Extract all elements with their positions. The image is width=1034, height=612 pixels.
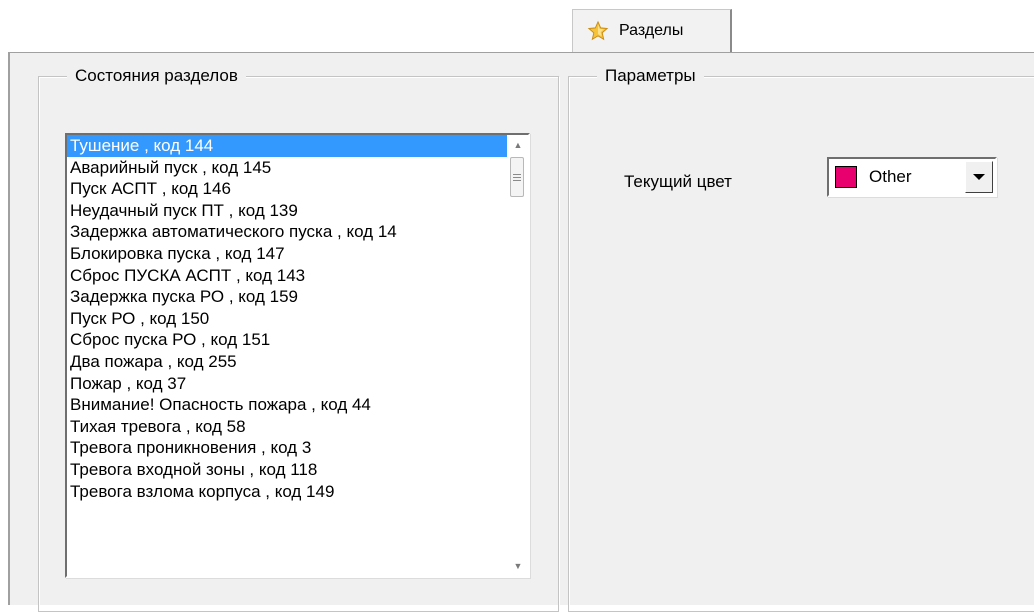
scroll-thumb[interactable] [510,157,524,197]
states-group-title: Состояния разделов [67,65,246,87]
params-group-title: Параметры [597,65,704,87]
list-item[interactable]: Тревога проникновения , код 3 [67,437,507,459]
chevron-down-icon [973,174,985,180]
list-item[interactable]: Задержка автоматического пуска , код 14 [67,221,507,243]
states-groupbox: Состояния разделов Тушение , код 144 Авар… [38,65,559,612]
current-color-label: Текущий цвет [624,172,732,191]
states-list: Тушение , код 144 Аварийный пуск , код 14… [67,135,507,502]
list-item[interactable]: Внимание! Опасность пожара , код 44 [67,394,507,416]
list-item[interactable]: Блокировка пуска , код 147 [67,243,507,265]
list-item[interactable]: Тревога взлома корпуса , код 149 [67,481,507,503]
tab-page: Состояния разделов Тушение , код 144 Авар… [8,52,1034,612]
scroll-down-arrow-icon[interactable]: ▼ [508,556,528,576]
list-item[interactable]: Пожар , код 37 [67,373,507,395]
color-dropdown[interactable]: Other [827,157,997,197]
listbox-scrollbar[interactable]: ▲ ▼ [508,135,528,576]
list-item[interactable]: Тушение , код 144 [67,135,507,157]
list-item[interactable]: Тихая тревога , код 58 [67,416,507,438]
list-item[interactable]: Сброс пуска РО , код 151 [67,329,507,351]
states-listbox[interactable]: Тушение , код 144 Аварийный пуск , код 14… [65,133,530,578]
list-item[interactable]: Сброс ПУСКА АСПТ , код 143 [67,265,507,287]
tab-label: Разделы [619,22,684,39]
list-item[interactable]: Неудачный пуск ПТ , код 139 [67,200,507,222]
params-groupbox: Параметры Текущий цвет Other [568,65,1034,612]
color-swatch [835,166,857,188]
list-item[interactable]: Два пожара , код 255 [67,351,507,373]
list-item[interactable]: Пуск РО , код 150 [67,308,507,330]
dropdown-button[interactable] [965,161,993,193]
list-item[interactable]: Тревога входной зоны , код 118 [67,459,507,481]
list-item[interactable]: Пуск АСПТ , код 146 [67,178,507,200]
tab-sections[interactable]: Разделы [572,9,732,52]
scroll-up-arrow-icon[interactable]: ▲ [508,135,528,155]
color-dropdown-value: Other [869,167,912,186]
list-item[interactable]: Аварийный пуск , код 145 [67,157,507,179]
star-icon [587,20,609,41]
list-item[interactable]: Задержка пуска РО , код 159 [67,286,507,308]
